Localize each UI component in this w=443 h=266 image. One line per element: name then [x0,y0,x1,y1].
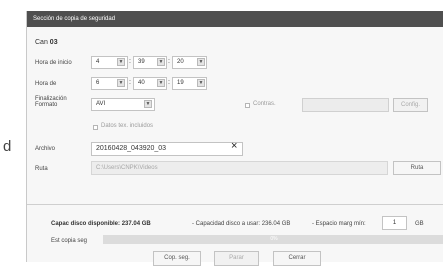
start-minute-dropdown-icon[interactable]: ▼ [157,58,165,66]
start-time-label: Hora de inicio [35,60,72,66]
progress-label: Est copia seg [51,238,88,244]
margin-unit: GB [415,221,424,227]
text-data-label: Datos tex. incluidos [101,123,154,129]
end-time-label: Hora de [35,81,57,87]
format-label-line2: Formato [35,102,58,108]
margin-label: - Espacio marg mín: [312,221,366,227]
separator [27,204,443,205]
channel-heading: Can 03 [35,39,58,46]
background-edge-letter: d [3,138,12,155]
path-label: Ruta [35,166,48,172]
end-colon-2: : [168,79,170,86]
format-label: Finalización Formato [35,96,67,108]
close-button[interactable]: Cerrar [273,251,321,266]
margin-input[interactable]: 1 [382,216,407,230]
text-data-checkbox[interactable] [93,125,98,130]
path-input[interactable]: C:\Users\CNPK\Videos [91,161,388,175]
start-hour-dropdown-icon[interactable]: ▼ [117,58,125,66]
backup-dialog: Sección de copia de seguridad Can 03 Hor… [26,11,443,266]
password-checkbox[interactable] [245,103,250,108]
file-label: Archivo [35,146,56,152]
end-minute-dropdown-icon[interactable]: ▼ [157,79,165,87]
start-colon-2: : [168,58,170,65]
start-colon-1: : [129,58,131,65]
password-label: Contras. [253,101,276,107]
path-browse-button[interactable]: Ruta [393,161,441,175]
channel-label: Can [35,39,48,46]
stop-button[interactable]: Parar [214,251,259,266]
file-input[interactable]: 20160428_043920_03 [91,142,243,156]
disk-available-label: Capac disco disponible: [51,221,121,227]
start-second-dropdown-icon[interactable]: ▼ [197,58,205,66]
dialog-title: Sección de copia de seguridad [27,11,443,27]
password-config-button[interactable]: Config. [393,98,428,112]
channel-value: 03 [49,39,58,46]
disk-available: Capac disco disponible: 237.04 GB [51,221,151,227]
format-dropdown-icon[interactable]: ▼ [144,100,152,108]
end-second-dropdown-icon[interactable]: ▼ [197,79,205,87]
progress-percent: 0% [270,236,278,242]
backup-button[interactable]: Cop. seg. [153,251,201,266]
password-input[interactable] [302,98,389,112]
disk-available-value: 237.04 GB [121,221,151,227]
clear-icon[interactable]: × [231,140,237,152]
disk-to-use: - Capacidad disco a usar: 236.04 GB [192,221,291,227]
progress-bar: 0% [103,235,443,244]
end-hour-dropdown-icon[interactable]: ▼ [117,79,125,87]
end-colon-1: : [129,79,131,86]
